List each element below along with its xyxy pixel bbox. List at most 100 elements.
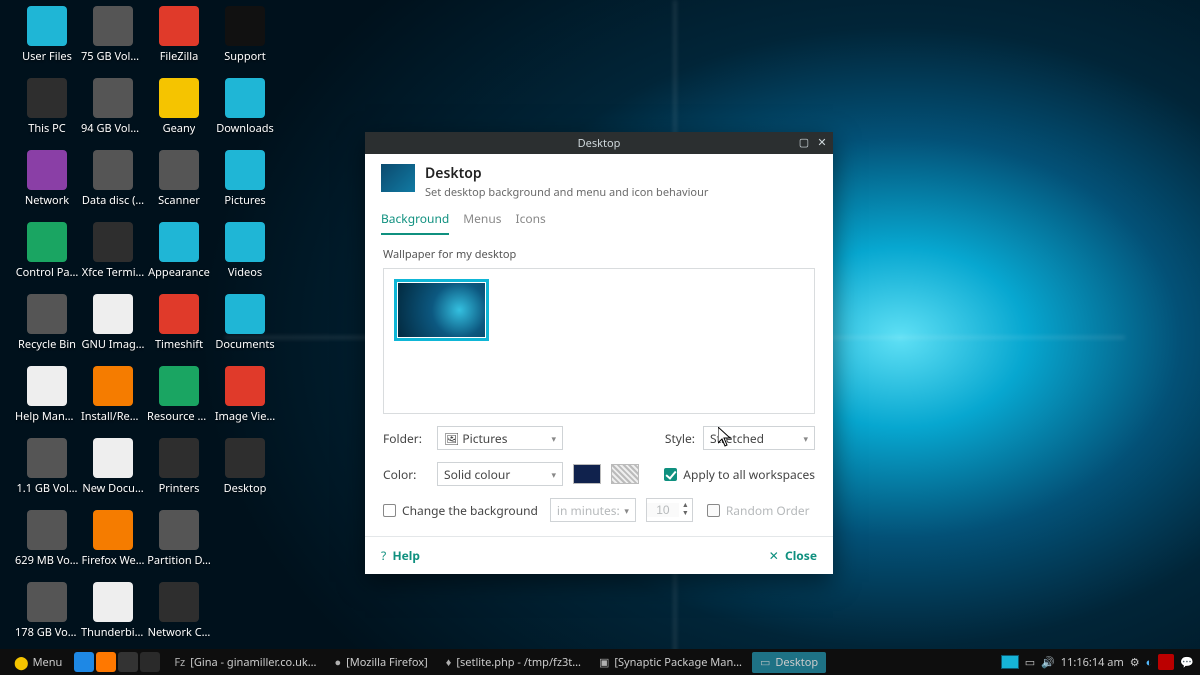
desktop-icon[interactable]: User Files	[14, 6, 80, 76]
tray-chat-icon[interactable]: 💬	[1180, 655, 1194, 670]
color-mode-combo[interactable]: Solid colour	[437, 462, 563, 486]
desktop-icon[interactable]: Geany	[146, 78, 212, 148]
desktop-icon[interactable]: Printers	[146, 438, 212, 508]
apply-all-workspaces-checkbox[interactable]: Apply to all workspaces	[664, 466, 815, 483]
desktop-icon[interactable]: 629 MB Vol…	[14, 510, 80, 580]
wallpaper-thumbnail-selected[interactable]	[394, 279, 489, 341]
desktop-icon[interactable]: Network	[14, 150, 80, 220]
help-button[interactable]: ? Help	[381, 547, 420, 564]
desktop-icon[interactable]: Resource U…	[146, 366, 212, 436]
app-icon	[93, 582, 133, 622]
desktop-icon[interactable]: Thunderbir…	[80, 582, 146, 652]
wallpaper-picker[interactable]	[383, 268, 815, 414]
icon-label: Control Pa…	[16, 265, 79, 280]
desktop-icon[interactable]: Timeshift	[146, 294, 212, 364]
desktop-icon[interactable]: Desktop	[212, 438, 278, 508]
icon-label: Xfce Termi…	[82, 265, 145, 280]
close-button[interactable]: ✕ Close	[769, 547, 817, 564]
color-swatch-secondary[interactable]	[611, 464, 639, 484]
close-window-button[interactable]: ✕	[815, 136, 829, 150]
icon-label: Install/Rem…	[81, 409, 145, 424]
icon-label: Scanner	[158, 193, 200, 208]
desktop-icon[interactable]: New Docu…	[80, 438, 146, 508]
icon-label: Thunderbir…	[81, 625, 145, 640]
icon-label: Firefox We…	[82, 553, 145, 568]
tray-show-desktop-icon[interactable]: ▭	[1025, 655, 1035, 670]
desktop-icon[interactable]: Recycle Bin	[14, 294, 80, 364]
task-label: [Synaptic Package Man…	[614, 655, 742, 670]
menu-button[interactable]: ⬤ Menu	[6, 651, 70, 673]
desktop-icon[interactable]: Network C…	[146, 582, 212, 652]
taskbar-task[interactable]: ▭Desktop	[752, 652, 826, 673]
task-label: Desktop	[775, 655, 818, 670]
desktop-icon[interactable]: FileZilla	[146, 6, 212, 76]
app-icon	[159, 222, 199, 262]
taskbar-task[interactable]: ♦[setlite.php - /tmp/fz3t…	[438, 652, 589, 673]
color-swatch-primary[interactable]	[573, 464, 601, 484]
taskbar: ⬤ Menu Fz[Gina - ginamiller.co.uk…●[Mozi…	[0, 649, 1200, 675]
desktop-icon[interactable]: Control Pa…	[14, 222, 80, 292]
tray-gear-icon[interactable]: ⚙	[1130, 655, 1140, 670]
desktop-icon[interactable]: 178 GB Vol…	[14, 582, 80, 652]
ql-firefox2-icon[interactable]	[96, 652, 116, 672]
app-icon	[159, 438, 199, 478]
taskbar-task[interactable]: ●[Mozilla Firefox]	[327, 652, 436, 673]
desktop-icon[interactable]: Help Manual	[14, 366, 80, 436]
dialog-subheading: Set desktop background and menu and icon…	[425, 185, 708, 200]
menu-logo-icon: ⬤	[14, 653, 29, 671]
task-label: [Gina - ginamiller.co.uk…	[190, 655, 316, 670]
icon-label: Image Vie…	[215, 409, 275, 424]
desktop-icon[interactable]: Downloads	[212, 78, 278, 148]
ql-terminal-icon[interactable]	[118, 652, 138, 672]
ql-files-icon[interactable]	[140, 652, 160, 672]
tray-network-icon[interactable]: ◐	[1146, 655, 1153, 670]
desktop-icon[interactable]: 1.1 GB Vol…	[14, 438, 80, 508]
desktop-icon[interactable]: 75 GB Volu…	[80, 6, 146, 76]
workspace-switcher[interactable]	[1001, 655, 1019, 669]
folder-combo[interactable]: 🖼 Pictures	[437, 426, 563, 450]
desktop-icon	[381, 164, 415, 192]
change-background-checkbox[interactable]: Change the background	[383, 502, 538, 519]
desktop-icon[interactable]: Pictures	[212, 150, 278, 220]
app-icon	[93, 150, 133, 190]
taskbar-task[interactable]: ▣ [Synaptic Package Man…	[591, 652, 750, 673]
app-icon	[225, 222, 265, 262]
dialog-heading: Desktop	[425, 164, 708, 183]
desktop-icon[interactable]: Firefox We…	[80, 510, 146, 580]
tray-clock[interactable]: 11:16:14 am	[1061, 655, 1124, 670]
desktop-icon[interactable]: Support	[212, 6, 278, 76]
tab-bar: Background Menus Icons	[365, 206, 833, 235]
icon-label: 178 GB Vol…	[15, 625, 79, 640]
task-icon: ▣	[599, 655, 609, 670]
desktop-icon[interactable]: Xfce Termi…	[80, 222, 146, 292]
window-titlebar[interactable]: Desktop ▢ ✕	[365, 132, 833, 154]
taskbar-task[interactable]: Fz[Gina - ginamiller.co.uk…	[166, 652, 324, 673]
style-combo[interactable]: Stretched	[703, 426, 815, 450]
desktop-icon[interactable]: This PC	[14, 78, 80, 148]
desktop-icon[interactable]: Partition D…	[146, 510, 212, 580]
ql-firefox-icon[interactable]	[74, 652, 94, 672]
icon-label: 1.1 GB Vol…	[17, 481, 78, 496]
desktop-icon[interactable]: 94 GB Volu…	[80, 78, 146, 148]
desktop-icon[interactable]: GNU Imag…	[80, 294, 146, 364]
tray-volume-icon[interactable]: 🔊	[1041, 655, 1055, 670]
desktop-icon[interactable]: Scanner	[146, 150, 212, 220]
desktop-icon[interactable]: Videos	[212, 222, 278, 292]
app-icon	[225, 150, 265, 190]
desktop-icon[interactable]: Install/Rem…	[80, 366, 146, 436]
tray-filezilla-icon[interactable]	[1158, 654, 1174, 670]
desktop-icon[interactable]: Image Vie…	[212, 366, 278, 436]
desktop-icon[interactable]: Documents	[212, 294, 278, 364]
maximize-button[interactable]: ▢	[797, 136, 811, 150]
icon-label: New Docu…	[82, 481, 143, 496]
interval-unit-combo: in minutes:	[550, 498, 636, 522]
tab-menus[interactable]: Menus	[463, 206, 501, 235]
app-icon	[27, 222, 67, 262]
app-icon	[27, 78, 67, 118]
desktop-icon[interactable]: Appearance	[146, 222, 212, 292]
icon-label: Downloads	[216, 121, 274, 136]
desktop-icon[interactable]: Data disc (…	[80, 150, 146, 220]
tab-icons[interactable]: Icons	[516, 206, 546, 235]
tab-background[interactable]: Background	[381, 206, 449, 235]
icon-label: Printers	[159, 481, 200, 496]
